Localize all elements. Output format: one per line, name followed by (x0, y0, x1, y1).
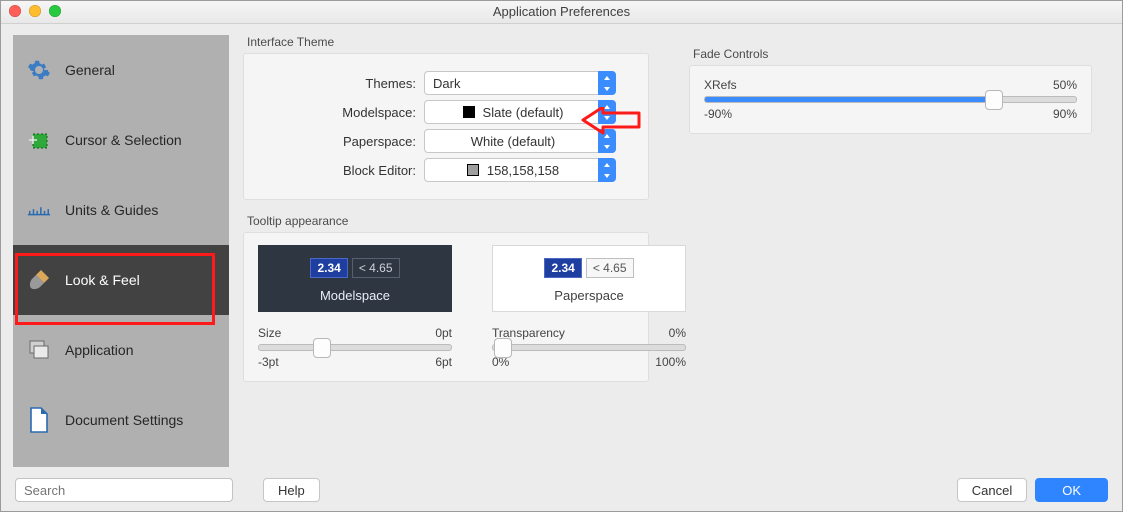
annotation-arrow-icon (581, 107, 641, 141)
sidebar-item-label: Cursor & Selection (65, 132, 182, 148)
block-editor-select[interactable]: 158,158,158 (424, 158, 616, 182)
xrefs-value: 50% (1053, 78, 1077, 92)
themes-select[interactable]: Dark (424, 71, 616, 95)
sidebar-item-label: Application (65, 342, 134, 358)
paintbrush-icon (27, 268, 51, 292)
themes-label: Themes: (258, 76, 424, 91)
tooltip-preview-modelspace: 2.34 < 4.65 Modelspace (258, 245, 452, 312)
cancel-button[interactable]: Cancel (957, 478, 1027, 502)
cursor-selection-icon (27, 128, 51, 152)
size-label: Size (258, 326, 281, 340)
sidebar-item-look-feel[interactable]: Look & Feel (13, 245, 229, 315)
section-label-tooltip: Tooltip appearance (247, 214, 649, 228)
document-icon (27, 408, 51, 432)
footer: Help Cancel OK (1, 469, 1122, 511)
sidebar-item-units-guides[interactable]: Units & Guides (13, 175, 229, 245)
chevron-updown-icon (598, 158, 616, 182)
size-slider[interactable] (258, 344, 452, 351)
xrefs-max: 90% (1053, 107, 1077, 121)
xrefs-slider[interactable] (704, 96, 1077, 103)
chevron-updown-icon (598, 71, 616, 95)
ok-button[interactable]: OK (1035, 478, 1108, 502)
tooltip-modelspace-secondary: < 4.65 (352, 258, 400, 278)
tooltip-modelspace-primary: 2.34 (310, 258, 347, 278)
preferences-window: Application Preferences General Cursor &… (0, 0, 1123, 512)
sidebar-item-label: Document Settings (65, 412, 183, 428)
block-editor-label: Block Editor: (258, 163, 424, 178)
modelspace-label: Modelspace: (258, 105, 424, 120)
paperspace-value: White (default) (471, 134, 556, 149)
ruler-icon (27, 198, 51, 222)
sidebar-item-cursor-selection[interactable]: Cursor & Selection (13, 105, 229, 175)
tooltip-paperspace-caption: Paperspace (513, 288, 665, 303)
block-editor-swatch (467, 164, 479, 176)
size-max: 6pt (435, 355, 452, 369)
tooltip-paperspace-secondary: < 4.65 (586, 258, 634, 278)
transparency-slider[interactable] (492, 344, 686, 351)
tooltip-preview-paperspace: 2.34 < 4.65 Paperspace (492, 245, 686, 312)
minimize-icon[interactable] (29, 5, 41, 17)
gear-icon (27, 58, 51, 82)
transparency-value: 0% (669, 326, 686, 340)
sidebar-item-application[interactable]: Application (13, 315, 229, 385)
help-button[interactable]: Help (263, 478, 320, 502)
block-editor-value: 158,158,158 (487, 163, 559, 178)
modelspace-swatch (463, 106, 475, 118)
modelspace-value: Slate (default) (483, 105, 564, 120)
fade-panel: XRefs 50% -90% 90% (689, 65, 1092, 134)
themes-value: Dark (433, 76, 460, 91)
sidebar: General Cursor & Selection Units & Guide… (13, 35, 229, 467)
xrefs-label: XRefs (704, 78, 737, 92)
sidebar-item-label: Units & Guides (65, 202, 158, 218)
sidebar-item-label: Look & Feel (65, 272, 140, 288)
size-min: -3pt (258, 355, 279, 369)
sidebar-item-general[interactable]: General (13, 35, 229, 105)
section-label-interface-theme: Interface Theme (247, 35, 649, 49)
paperspace-label: Paperspace: (258, 134, 424, 149)
section-label-fade: Fade Controls (693, 47, 1092, 61)
close-icon[interactable] (9, 5, 21, 17)
sidebar-item-label: General (65, 62, 115, 78)
maximize-icon[interactable] (49, 5, 61, 17)
windows-icon (27, 338, 51, 362)
titlebar: Application Preferences (1, 1, 1122, 24)
tooltip-panel: 2.34 < 4.65 Modelspace Size 0pt (243, 232, 649, 382)
tooltip-paperspace-primary: 2.34 (544, 258, 581, 278)
window-title: Application Preferences (493, 4, 630, 19)
transparency-max: 100% (655, 355, 686, 369)
sidebar-item-document-settings[interactable]: Document Settings (13, 385, 229, 455)
xrefs-min: -90% (704, 107, 732, 121)
size-value: 0pt (435, 326, 452, 340)
search-input[interactable] (15, 478, 233, 502)
tooltip-modelspace-caption: Modelspace (279, 288, 431, 303)
